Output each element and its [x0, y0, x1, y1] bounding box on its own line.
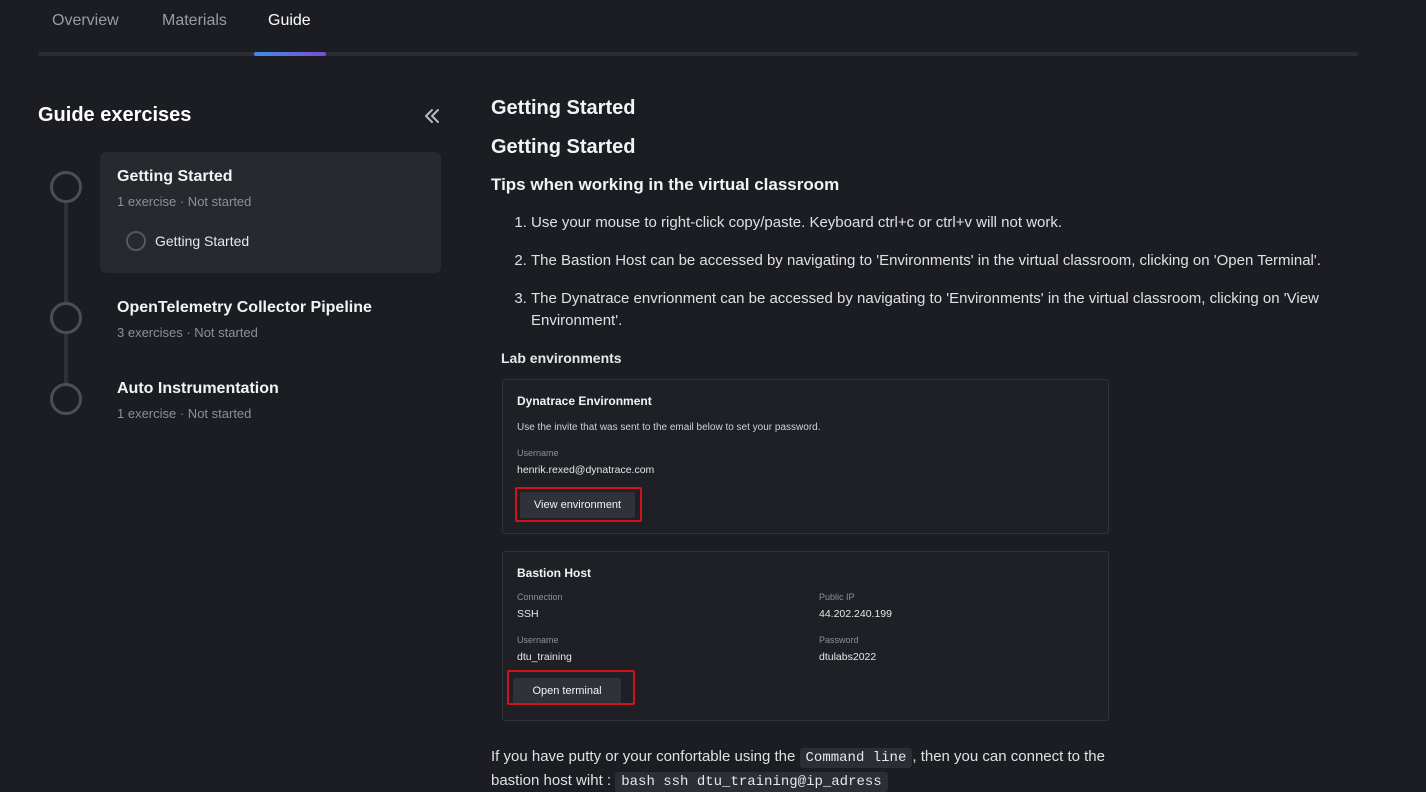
tab-bar-underline: [38, 52, 1358, 56]
exercise-item[interactable]: Getting Started: [155, 233, 249, 249]
tab-materials[interactable]: Materials: [162, 12, 227, 30]
exercise-status-circle: [126, 231, 146, 251]
highlight-box: [507, 670, 635, 705]
text: bastion host wiht :: [491, 772, 616, 789]
step-title[interactable]: OpenTelemetry Collector Pipeline: [117, 299, 372, 317]
field-label: Username: [517, 635, 559, 645]
username-value: henrik.rexed@dynatrace.com: [517, 464, 655, 476]
page-title: Getting Started: [491, 97, 636, 119]
card-title: Dynatrace Environment: [517, 394, 652, 408]
tip-item: The Bastion Host can be accessed by navi…: [531, 250, 1411, 272]
lab-environments-title: Lab environments: [501, 350, 622, 366]
tab-guide[interactable]: Guide: [268, 12, 311, 30]
step-status-circle: [50, 171, 82, 203]
double-chevron-left-icon: [425, 109, 439, 123]
step-subtitle: 1 exercise · Not started: [117, 194, 252, 209]
tab-overview[interactable]: Overview: [52, 12, 119, 30]
step-subtitle: 3 exercises · Not started: [117, 325, 258, 340]
text: If you have putty or your confortable us…: [491, 748, 800, 765]
sidebar-title: Guide exercises: [38, 104, 192, 126]
inline-code: bash ssh dtu_training@ip_adress: [615, 772, 888, 792]
step-subtitle: 1 exercise · Not started: [117, 406, 252, 421]
dynatrace-environment-card: Dynatrace Environment Use the invite tha…: [502, 379, 1109, 534]
field-label: Public IP: [819, 592, 855, 602]
collapse-sidebar-button[interactable]: [420, 104, 444, 128]
card-title: Bastion Host: [517, 566, 592, 580]
connection-value: SSH: [517, 608, 539, 620]
password-value: dtulabs2022: [819, 651, 877, 663]
tab-bar: Overview Materials Guide: [38, 0, 1358, 57]
tips-list: Use your mouse to right-click copy/paste…: [491, 212, 1411, 348]
card-description: Use the invite that was sent to the emai…: [517, 422, 821, 433]
inline-code: Command line: [799, 748, 913, 768]
public-ip-value: 44.202.240.199: [819, 608, 892, 620]
field-label: Username: [517, 448, 559, 458]
step-title[interactable]: Auto Instrumentation: [117, 380, 279, 398]
tips-heading: Tips when working in the virtual classro…: [491, 175, 840, 194]
field-label: Connection: [517, 592, 563, 602]
tip-item: Use your mouse to right-click copy/paste…: [531, 212, 1411, 234]
bastion-host-card: Bastion Host Connection SSH Public IP 44…: [502, 551, 1109, 721]
active-tab-indicator: [254, 52, 326, 56]
tip-item: The Dynatrace envrionment can be accesse…: [531, 288, 1411, 332]
highlight-box: [515, 487, 642, 522]
field-label: Password: [819, 635, 859, 645]
step-title[interactable]: Getting Started: [117, 168, 233, 186]
text: , then you can connect to the: [912, 748, 1105, 765]
progress-timeline: [64, 198, 68, 398]
username-value: dtu_training: [517, 651, 572, 663]
ssh-instructions-line1: If you have putty or your confortable us…: [491, 748, 1105, 768]
step-status-circle: [50, 383, 82, 415]
section-heading: Getting Started: [491, 136, 636, 158]
step-status-circle: [50, 302, 82, 334]
ssh-instructions-line2: bastion host wiht : bash ssh dtu_trainin…: [491, 772, 888, 792]
